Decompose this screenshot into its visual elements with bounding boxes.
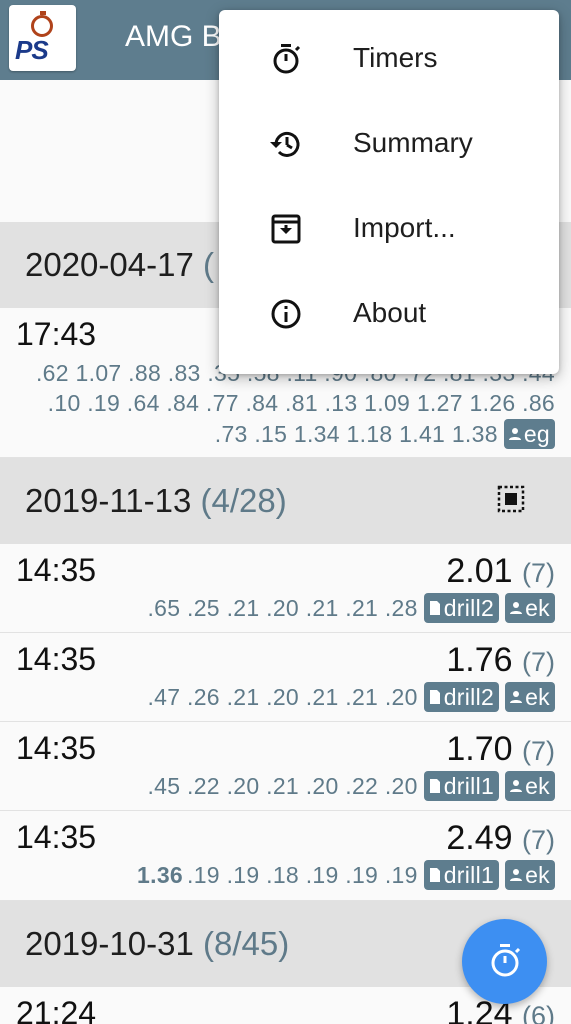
group-header[interactable]: 2019-11-13 (4/28) <box>0 458 571 544</box>
session-row[interactable]: 14:35 2.49 (7) 1.36 .19 .19 .18 .19 .19 … <box>0 811 571 901</box>
menu-item-label: Summary <box>353 127 473 158</box>
archive-icon <box>271 214 301 244</box>
user-name: ek <box>525 683 550 710</box>
shot-count: (6) <box>522 1001 555 1024</box>
splits-text: .65 .25 .21 .20 .21 .21 .28 <box>147 594 418 621</box>
group-date: 2019-10-31 (8/45) <box>25 925 289 963</box>
app-logo: PS <box>9 5 76 71</box>
drill-badge[interactable]: drill2 <box>423 593 500 623</box>
drill-name: drill2 <box>443 594 495 621</box>
new-timer-fab[interactable] <box>462 919 547 1004</box>
group-count: (8/45) <box>202 925 290 962</box>
stopwatch-icon <box>273 44 301 74</box>
splits-line: .65 .25 .21 .20 .21 .21 .28 drill2 ek <box>147 593 555 623</box>
menu-item-label: Import... <box>353 212 456 243</box>
group-count: (4/28) <box>200 482 287 519</box>
splits-bold: 1.36 <box>137 861 184 888</box>
session-row[interactable]: 14:35 1.70 (7) .45 .22 .20 .21 .20 .22 .… <box>0 722 571 811</box>
drill-badge[interactable]: drill1 <box>423 860 500 890</box>
total-time: 2.49 <box>446 819 513 857</box>
logo-stopwatch-icon <box>31 11 53 37</box>
splits-line: .45 .22 .20 .21 .20 .22 .20 drill1 ek <box>147 771 555 801</box>
user-name: eg <box>523 420 550 447</box>
document-icon <box>429 690 440 704</box>
shot-count: (7) <box>522 825 555 855</box>
group-date-text: 2019-11-13 <box>25 482 192 519</box>
menu-item-timers[interactable]: Timers <box>219 22 559 107</box>
row-time: 14:35 <box>16 819 97 855</box>
total-time: 1.70 <box>446 730 513 768</box>
session-row[interactable]: 14:35 2.01 (7) .65 .25 .21 .20 .21 .21 .… <box>0 544 571 633</box>
group-count: ( <box>202 246 214 283</box>
overflow-menu: Timers Summary Import... About <box>219 10 559 374</box>
person-icon <box>510 780 523 792</box>
drill-badge[interactable]: drill1 <box>423 771 500 801</box>
shot-count: (7) <box>522 558 555 588</box>
splits-text: .47 .26 .21 .20 .21 .21 .20 <box>147 683 418 710</box>
logo-mark: PS <box>15 35 49 65</box>
menu-item-about[interactable]: About <box>219 277 559 362</box>
row-time: 21:24 <box>16 995 97 1024</box>
total-time: 1.76 <box>446 641 513 679</box>
person-icon <box>510 869 523 881</box>
splits-text: .10 .19 .64 .84 .77 .84 .81 .13 1.09 1.2… <box>47 390 555 416</box>
drill-name: drill2 <box>443 683 495 710</box>
row-total: 2.49 (7) <box>446 819 555 858</box>
group-date: 2019-11-13 (4/28) <box>25 482 287 520</box>
history-icon <box>270 131 300 157</box>
row-total: 1.76 (7) <box>446 641 555 680</box>
user-badge[interactable]: ek <box>505 682 555 712</box>
user-name: ek <box>525 861 550 888</box>
user-badge[interactable]: ek <box>505 771 555 801</box>
info-icon <box>271 299 301 329</box>
drill-badge[interactable]: drill2 <box>423 682 500 712</box>
splits-line: .47 .26 .21 .20 .21 .21 .20 drill2 ek <box>147 682 555 712</box>
row-total: 2.01 (7) <box>446 552 555 591</box>
stopwatch-icon <box>491 944 521 977</box>
document-icon <box>429 868 440 882</box>
person-icon <box>508 428 521 440</box>
user-badge[interactable]: ek <box>505 860 555 890</box>
splits-text: .19 .19 .18 .19 .19 .19 <box>187 861 418 888</box>
group-date-text: 2019-10-31 <box>25 925 194 962</box>
row-time: 17:43 <box>16 316 97 352</box>
drill-name: drill1 <box>443 772 495 799</box>
row-total: 1.70 (7) <box>446 730 555 769</box>
person-icon <box>510 602 523 614</box>
menu-item-label: About <box>353 297 427 328</box>
shot-count: (7) <box>522 647 555 677</box>
splits-text: .73 .15 1.34 1.18 1.41 1.38 <box>214 420 498 447</box>
row-time: 14:35 <box>16 552 97 588</box>
user-badge[interactable]: ek <box>505 593 555 623</box>
document-icon <box>429 779 440 793</box>
row-time: 14:35 <box>16 641 97 677</box>
group-date: 2020-04-17 ( <box>25 246 214 284</box>
shot-count: (7) <box>522 736 555 766</box>
splits-text: .45 .22 .20 .21 .20 .22 .20 <box>147 772 418 799</box>
splits-line-3: .73 .15 1.34 1.18 1.41 1.38 eg <box>215 419 555 449</box>
user-name: ek <box>525 594 550 621</box>
menu-item-import[interactable]: Import... <box>219 192 559 277</box>
drill-name: drill1 <box>443 861 495 888</box>
row-time: 14:35 <box>16 730 97 766</box>
user-name: ek <box>525 772 550 799</box>
total-time: 2.01 <box>446 552 513 590</box>
user-badge[interactable]: eg <box>503 419 555 449</box>
menu-item-summary[interactable]: Summary <box>219 107 559 192</box>
menu-item-label: Timers <box>353 42 438 73</box>
group-date-text: 2020-04-17 <box>25 246 194 283</box>
splits-line-2: .10 .19 .64 .84 .77 .84 .81 .13 1.09 1.2… <box>48 390 555 417</box>
app-title: AMG B <box>125 20 222 53</box>
document-icon <box>429 601 440 615</box>
session-row[interactable]: 14:35 1.76 (7) .47 .26 .21 .20 .21 .21 .… <box>0 633 571 722</box>
select-all-icon[interactable] <box>497 485 525 513</box>
person-icon <box>510 691 523 703</box>
splits-line: 1.36 .19 .19 .18 .19 .19 .19 drill1 ek <box>137 860 555 890</box>
